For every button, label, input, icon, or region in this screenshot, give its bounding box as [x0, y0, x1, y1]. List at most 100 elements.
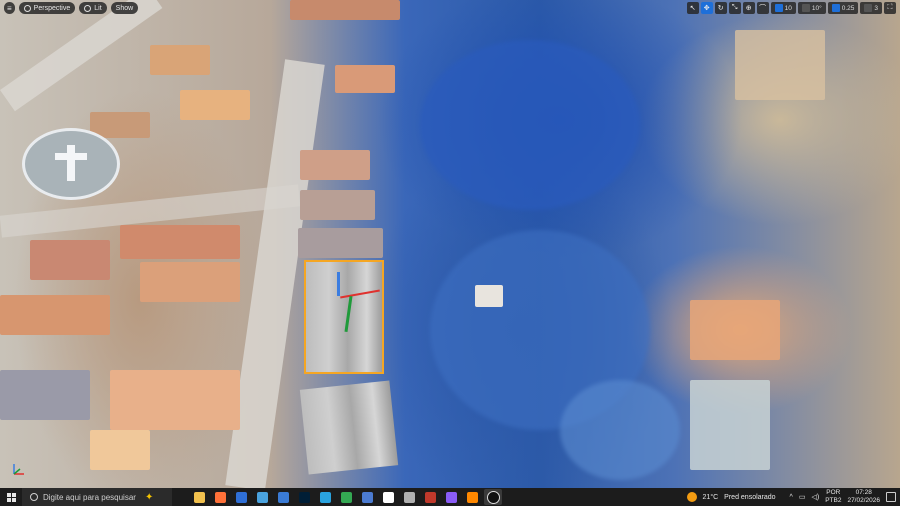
taskbar-search[interactable]: Digite aqui para pesquisar ✦ — [22, 488, 172, 506]
lit-label: Lit — [94, 4, 102, 12]
sparkle-icon: ✦ — [144, 491, 154, 503]
clock-date: 27/02/2026 — [847, 497, 880, 504]
selected-building-actor[interactable] — [304, 260, 384, 374]
rooftop — [300, 150, 370, 180]
select-mode-icon[interactable]: ↖ — [686, 2, 699, 14]
helipad-cross — [55, 153, 87, 160]
rooftop — [180, 90, 250, 120]
world-space-icon[interactable]: ⊕ — [742, 2, 755, 14]
capcut-app-button[interactable] — [379, 489, 397, 505]
weather-icon[interactable] — [686, 492, 697, 502]
chrome-app-button[interactable] — [337, 489, 355, 505]
start-button[interactable] — [0, 488, 22, 506]
language-indicator[interactable]: POR PTB2 — [825, 489, 841, 505]
lit-button[interactable]: Lit — [79, 2, 107, 14]
volume-icon[interactable]: ◁) — [811, 493, 819, 501]
firefox-app-button[interactable] — [211, 489, 229, 505]
search-icon — [30, 493, 38, 501]
building-actor[interactable] — [299, 380, 399, 475]
perspective-label: Perspective — [33, 4, 71, 12]
rooftop — [335, 65, 395, 93]
viewport-toolbar: ≡ Perspective Lit Show — [4, 2, 139, 14]
viewport-options-button[interactable]: ≡ — [4, 2, 15, 14]
web-browser-app-button[interactable] — [274, 489, 292, 505]
tree-canopy — [420, 40, 640, 210]
search-placeholder: Digite aqui para pesquisar — [43, 492, 136, 502]
rooftop — [120, 225, 240, 259]
word-app-icon — [361, 491, 373, 503]
rotation-snap-toggle[interactable]: 10° — [797, 2, 826, 14]
rooftop — [735, 30, 825, 100]
axis-indicator-icon — [13, 464, 24, 475]
perspective-button[interactable]: Perspective — [18, 2, 76, 14]
epic-games-app-button[interactable] — [421, 489, 439, 505]
virtual-desktop-app-button[interactable] — [400, 489, 418, 505]
epic-games-icon — [424, 491, 436, 503]
helipad — [22, 128, 120, 200]
chrome-icon — [340, 491, 352, 503]
tree-canopy — [560, 380, 680, 480]
rooftop — [150, 45, 210, 75]
vlc-icon — [466, 491, 478, 503]
file-explorer-icon — [193, 491, 205, 503]
grid-snap-toggle[interactable]: 10 — [770, 2, 796, 14]
rooftop — [0, 370, 90, 420]
unreal-engine-icon — [486, 490, 500, 504]
scale-snap-value: 0.25 — [841, 4, 855, 12]
rooftop — [690, 300, 780, 360]
scale-snap-toggle[interactable]: 0.25 — [827, 2, 859, 14]
telegram-app-button[interactable] — [316, 489, 334, 505]
translate-mode-icon[interactable]: ✥ — [700, 2, 713, 14]
notepad-icon — [256, 491, 268, 503]
scale-snap-icon — [831, 4, 840, 12]
file-explorer-app-button[interactable] — [190, 489, 208, 505]
notepad-app-button[interactable] — [253, 489, 271, 505]
chevron-up-icon[interactable]: ^ — [790, 494, 793, 501]
firefox-icon — [214, 491, 226, 503]
level-viewport[interactable]: ≡ Perspective Lit Show ↖ ✥ ↻ ⤡ ⊕ ⌒ 10 10… — [0, 0, 900, 488]
photoshop-app-button[interactable] — [295, 489, 313, 505]
camera-icon — [23, 4, 31, 12]
surface-snap-icon[interactable]: ⌒ — [756, 2, 769, 14]
clock-time: 07:28 — [855, 489, 872, 496]
github-app-button[interactable] — [442, 489, 460, 505]
helipad-cross — [67, 145, 75, 181]
word-app-app-button[interactable] — [358, 489, 376, 505]
road — [0, 0, 163, 112]
firefox-alt-app-button[interactable] — [232, 489, 250, 505]
notification-icon[interactable] — [886, 492, 896, 502]
rotation-snap-value: 10° — [811, 4, 822, 12]
grid-snap-value: 10 — [784, 4, 792, 12]
gizmo-z-axis[interactable] — [337, 272, 340, 296]
firefox-alt-icon — [235, 491, 247, 503]
rooftop — [300, 190, 375, 220]
rooftop — [30, 240, 110, 280]
rooftop — [290, 0, 400, 20]
show-button[interactable]: Show — [110, 2, 139, 14]
rotation-snap-icon — [801, 4, 810, 12]
weather-desc[interactable]: Pred ensolarado — [724, 494, 775, 501]
clock[interactable]: 07:28 27/02/2026 — [847, 489, 880, 505]
maximize-viewport-icon[interactable]: ⛶ — [884, 2, 896, 14]
scale-mode-icon[interactable]: ⤡ — [728, 2, 741, 14]
unreal-engine-app-button[interactable] — [484, 489, 502, 505]
rooftop — [90, 430, 150, 470]
rooftop — [110, 370, 240, 430]
rotate-mode-icon[interactable]: ↻ — [714, 2, 727, 14]
lang-top: POR — [826, 489, 841, 496]
grid-snap-icon — [774, 4, 783, 12]
network-icon[interactable]: ▭ — [799, 493, 806, 501]
vlc-app-button[interactable] — [463, 489, 481, 505]
telegram-icon — [319, 491, 331, 503]
windows-icon — [6, 492, 16, 502]
taskbar: Digite aqui para pesquisar ✦ 21°C Pred e… — [0, 488, 900, 506]
lang-bottom: PTB2 — [825, 497, 842, 504]
rooftop — [0, 295, 110, 335]
web-browser-icon — [277, 491, 289, 503]
menu-icon: ≡ — [7, 3, 12, 13]
pinned-apps — [190, 489, 502, 505]
photoshop-icon — [298, 491, 310, 503]
camera-speed-icon — [864, 4, 873, 12]
weather-temp[interactable]: 21°C — [703, 494, 719, 501]
camera-speed-button[interactable]: 3 — [860, 2, 882, 14]
